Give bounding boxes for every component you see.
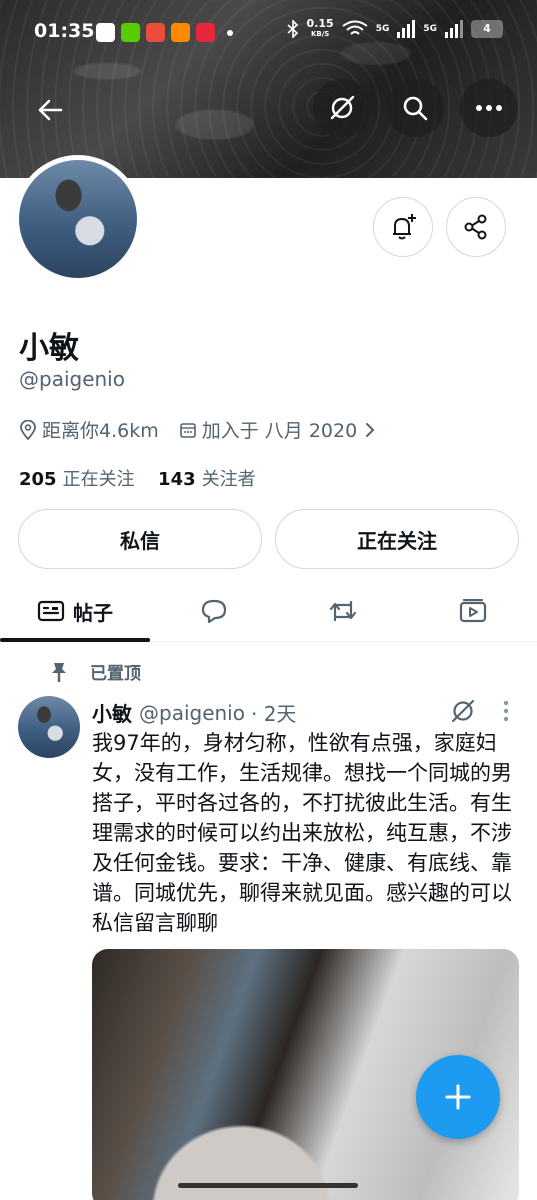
home-indicator[interactable] (178, 1183, 358, 1188)
location-pin-icon (20, 419, 36, 440)
status-time: 01:35 (34, 20, 95, 42)
share-button[interactable] (446, 197, 506, 257)
signal-2-bars (445, 20, 463, 38)
profile-name: 小敏 (19, 331, 79, 366)
active-tab-indicator (0, 638, 150, 642)
share-icon (464, 214, 487, 240)
profile-handle: @paigenio (19, 367, 125, 391)
tab-reposts[interactable] (278, 580, 408, 642)
signal-2-label: 5G (423, 24, 437, 34)
notifications-bell-button[interactable] (373, 197, 433, 257)
post-author-name[interactable]: 小敏 (92, 698, 132, 727)
pin-icon (52, 662, 66, 682)
network-speed-unit: KB/S (310, 30, 330, 38)
pinned-label: 已置顶 (90, 664, 141, 684)
tab-media[interactable] (408, 580, 537, 642)
chevron-right-icon[interactable] (365, 422, 375, 438)
search-icon (403, 96, 428, 121)
posts-icon (37, 600, 65, 622)
followers-label: 关注者 (201, 469, 256, 490)
video-icon (459, 599, 486, 623)
repost-icon (329, 600, 357, 622)
gmail-icon (96, 23, 115, 42)
follow-stats: 205 正在关注 143 关注者 (19, 465, 256, 491)
reply-icon (201, 599, 227, 624)
signal-1-bars (397, 20, 416, 38)
post-grok-icon[interactable] (449, 697, 477, 725)
post-text: 我97年的，身材匀称，性欲有点强，家庭妇女，没有工作，生活规律。想找一个同城的男… (92, 731, 512, 935)
joined-date[interactable]: 加入于 八月 2020 (202, 416, 357, 443)
heart-app-icon (196, 23, 215, 42)
following-stat[interactable]: 205 正在关注 (19, 469, 135, 490)
bluetooth-icon (287, 20, 298, 38)
plus-icon (445, 1084, 471, 1110)
post-header: 小敏 @paigenio · 2天 (92, 698, 296, 727)
back-button[interactable] (32, 92, 68, 128)
calendar-icon (179, 422, 196, 438)
profile-meta: 距离你4.6km 加入于 八月 2020 (19, 416, 380, 443)
compose-button[interactable] (416, 1055, 500, 1139)
message-button[interactable]: 私信 (18, 509, 262, 569)
following-count: 205 (19, 469, 57, 490)
profile-tabs: 帖子 (0, 580, 537, 642)
network-speed-value: 0.15 (306, 17, 334, 30)
duolingo-icon (121, 23, 140, 42)
followers-count: 143 (158, 469, 196, 490)
search-button[interactable] (386, 79, 444, 137)
tab-posts[interactable]: 帖子 (0, 580, 150, 642)
tab-replies[interactable] (150, 580, 278, 642)
followers-stat[interactable]: 143 关注者 (158, 469, 256, 490)
more-dots-icon (476, 105, 502, 111)
bell-plus-icon (393, 214, 416, 240)
grok-icon (330, 95, 355, 120)
post-more-icon[interactable] (502, 699, 510, 723)
video-app-icon (171, 23, 190, 42)
app-icon (146, 23, 165, 42)
avatar-image (19, 160, 137, 278)
profile-avatar[interactable] (14, 155, 142, 283)
post-author-handle: @paigenio (139, 700, 245, 725)
wifi-icon (342, 20, 368, 35)
back-arrow-icon (38, 99, 63, 121)
more-notifications-dot (227, 29, 233, 36)
grok-button[interactable] (313, 79, 371, 137)
network-speed: 0.15 KB/S (306, 17, 334, 39)
signal-1-label: 5G (375, 24, 390, 34)
post-author-avatar[interactable] (18, 696, 80, 758)
pinned-indicator: 已置顶 (50, 659, 141, 684)
status-bar: 01:35 0.15 KB/S 5G 5G 4 (0, 0, 537, 64)
following-button[interactable]: 正在关注 (275, 509, 519, 569)
battery-indicator: 4 (471, 20, 503, 38)
more-options-button[interactable] (460, 79, 518, 137)
following-label: 正在关注 (62, 469, 135, 490)
post-time: · 2天 (250, 702, 297, 726)
tab-posts-label: 帖子 (73, 600, 113, 625)
notification-icons (96, 23, 233, 42)
status-indicators: 0.15 KB/S 5G 5G 4 (287, 17, 503, 39)
location-text: 距离你4.6km (42, 420, 159, 442)
